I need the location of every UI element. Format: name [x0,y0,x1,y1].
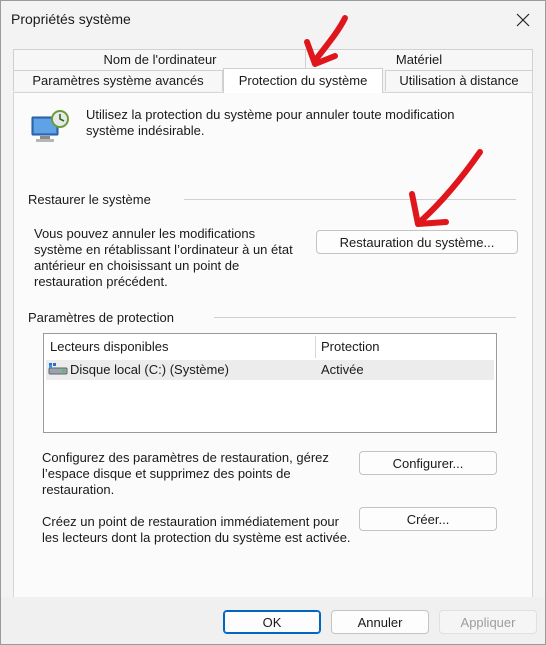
configure-button[interactable]: Configurer... [359,451,497,475]
drive-name: Disque local (C:) (Système) [70,362,229,377]
restore-divider [184,199,516,200]
drive-icon [48,363,68,375]
tab-system-protection[interactable]: Protection du système [223,68,383,93]
tab-row-front: Paramètres système avancés Protection du… [13,68,533,93]
create-description: Créez un point de restauration immédiate… [42,514,351,545]
tab-remote[interactable]: Utilisation à distance [385,70,533,91]
system-properties-dialog: Propriétés système Nom de l'ordinateur M… [0,0,546,645]
tab-advanced-settings[interactable]: Paramètres système avancés [13,70,223,91]
restore-description: Vous pouvez annuler les modifications sy… [34,226,293,289]
column-header-drives[interactable]: Lecteurs disponibles [50,334,169,359]
system-restore-button[interactable]: Restauration du système... [316,230,518,254]
title-bar: Propriétés système [1,1,545,39]
close-button[interactable] [507,5,539,35]
protection-heading: Paramètres de protection [28,310,174,325]
intro-text: Utilisez la protection du système pour a… [86,107,455,138]
protection-divider [214,317,516,318]
apply-button[interactable]: Appliquer [439,610,537,634]
dialog-footer: OK Annuler Appliquer [1,597,545,644]
table-row[interactable]: Disque local (C:) (Système) Activée [46,360,494,380]
ok-button[interactable]: OK [223,610,321,634]
drives-list[interactable]: Lecteurs disponibles Protection Disque l… [43,333,497,433]
column-separator [315,336,316,358]
create-button[interactable]: Créer... [359,507,497,531]
drive-protection-status: Activée [321,362,364,377]
close-icon [516,13,530,27]
tab-hardware[interactable]: Matériel [305,49,533,70]
system-protection-icon [31,110,69,142]
restore-heading: Restaurer le système [28,192,151,207]
cancel-button[interactable]: Annuler [331,610,429,634]
window-title: Propriétés système [11,11,131,27]
configure-description: Configurez des paramètres de restauratio… [42,450,329,497]
tab-panel: Utilisez la protection du système pour a… [13,92,533,599]
tab-computer-name[interactable]: Nom de l'ordinateur [13,49,307,70]
column-header-protection[interactable]: Protection [321,334,380,359]
